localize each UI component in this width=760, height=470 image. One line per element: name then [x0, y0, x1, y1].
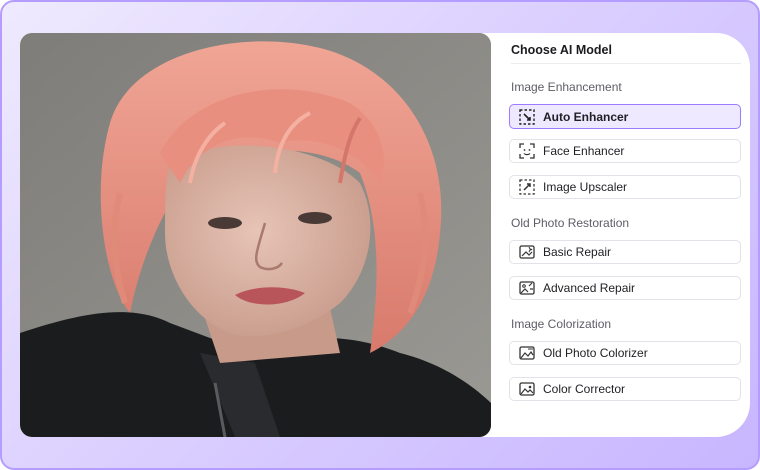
- section-label-image-enhancement: Image Enhancement: [511, 80, 622, 94]
- model-label: Auto Enhancer: [543, 109, 629, 124]
- model-label: Face Enhancer: [543, 144, 625, 158]
- face-scan-icon: [518, 143, 535, 160]
- photo-repair-icon: [518, 244, 535, 261]
- model-basic-repair[interactable]: Basic Repair: [509, 240, 741, 264]
- photo-colorize-icon: [518, 345, 535, 362]
- model-label: Advanced Repair: [543, 281, 636, 295]
- upscale-icon: [518, 179, 535, 196]
- app-frame: Choose AI Model Image Enhancement Auto E…: [0, 0, 760, 470]
- portrait-photo: [20, 33, 491, 437]
- preview-image: [20, 33, 491, 437]
- model-label: Image Upscaler: [543, 180, 628, 194]
- section-label-image-colorization: Image Colorization: [511, 317, 612, 331]
- section-label-old-photo-restoration: Old Photo Restoration: [511, 216, 630, 230]
- model-advanced-repair[interactable]: Advanced Repair: [509, 276, 741, 300]
- photo-advanced-repair-icon: [518, 280, 535, 297]
- panel-title: Choose AI Model: [511, 43, 612, 57]
- model-image-upscaler[interactable]: Image Upscaler: [509, 175, 741, 199]
- model-panel: Choose AI Model Image Enhancement Auto E…: [507, 33, 750, 437]
- model-color-corrector[interactable]: Color Corrector: [509, 377, 741, 401]
- title-divider: [511, 63, 741, 64]
- model-auto-enhancer[interactable]: Auto Enhancer: [509, 104, 741, 129]
- model-label: Old Photo Colorizer: [543, 346, 648, 360]
- auto-enhance-icon: [518, 108, 535, 125]
- main-card: Choose AI Model Image Enhancement Auto E…: [20, 33, 750, 437]
- model-label: Basic Repair: [543, 245, 612, 259]
- image-icon: [518, 381, 535, 398]
- model-face-enhancer[interactable]: Face Enhancer: [509, 139, 741, 163]
- model-label: Color Corrector: [543, 382, 626, 396]
- model-old-photo-colorizer[interactable]: Old Photo Colorizer: [509, 341, 741, 365]
